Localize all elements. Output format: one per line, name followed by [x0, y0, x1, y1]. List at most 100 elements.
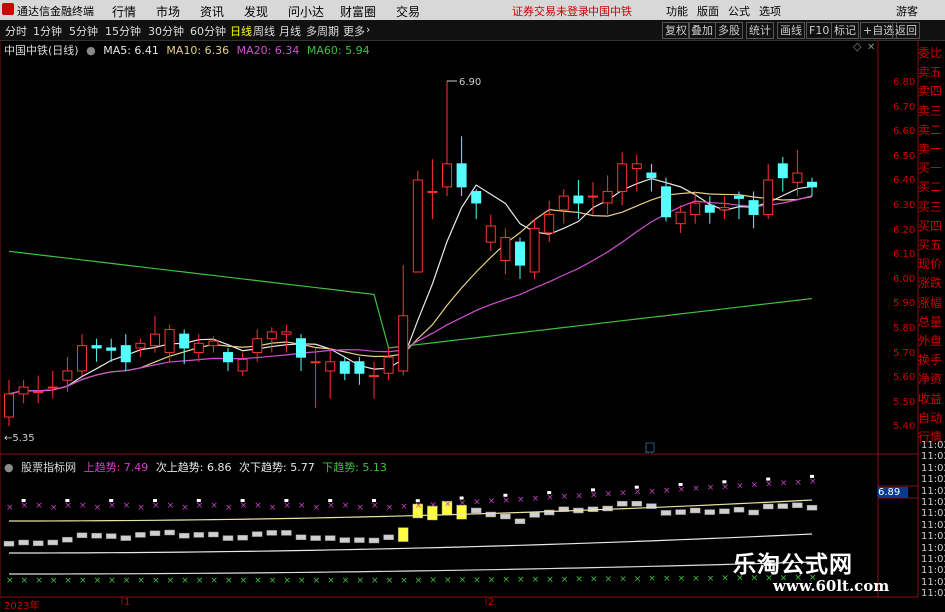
candle-body — [47, 386, 58, 389]
up-trend-mark: × — [751, 481, 759, 491]
tick-time: 11:02 — [921, 554, 945, 565]
ma10-line — [8, 191, 813, 395]
indicator-bar — [354, 537, 365, 543]
up-trend-mark: × — [736, 481, 744, 491]
kline-chart[interactable]: × × × × × × × × × × × × × × × × × × × × × × × × × × × × × × × × × × × × × × × ×… — [0, 0, 945, 609]
down-trend-mark: × — [35, 576, 43, 586]
up-trend-mark: × — [64, 501, 72, 511]
up-trend-mark: × — [794, 478, 802, 488]
settings-circle-icon[interactable]: ● — [4, 461, 14, 474]
candle-body — [690, 202, 701, 215]
up-trend-mark: × — [605, 490, 613, 500]
up-trend-mark: × — [137, 503, 145, 513]
up-trend-mark: × — [721, 482, 729, 492]
ma60-label: MA60: 5.94 — [306, 44, 370, 57]
up-trend-mark: × — [79, 501, 87, 511]
down-trend-mark: × — [181, 576, 189, 586]
candle-body — [544, 213, 555, 234]
price-tick: 6.30 — [893, 200, 916, 211]
down-trend-mark: × — [254, 576, 262, 586]
down-trend-mark: × — [21, 576, 29, 586]
up-trend-mark: × — [692, 484, 700, 494]
white-mark — [722, 480, 727, 484]
candle-body — [704, 204, 715, 213]
tick-time: 11:02 — [921, 485, 945, 497]
indicator-bar — [397, 527, 409, 542]
indicator-cursor-value: 6.89 — [878, 487, 908, 498]
up-trend-mark: × — [678, 485, 686, 495]
diamond-icon[interactable]: ◇ — [853, 40, 862, 53]
white-mark — [634, 485, 639, 489]
price-tick: 6.20 — [893, 224, 916, 236]
up-trend-mark: × — [356, 503, 364, 513]
candle-body — [792, 172, 803, 183]
quote-field-label: 涨跌 — [918, 276, 943, 291]
up-trend-mark: × — [108, 501, 116, 511]
candle-body — [631, 163, 642, 169]
candle-body — [529, 227, 540, 273]
candle-body — [164, 329, 175, 354]
quote-field-label: 买一 — [918, 161, 943, 176]
up-trend-label: 上趋势: 7.49 — [83, 461, 149, 474]
down-trend-mark: × — [517, 575, 525, 585]
indicator-bar — [295, 534, 307, 541]
up-trend-mark: × — [517, 495, 525, 505]
price-tick: 6.40 — [893, 175, 916, 187]
down-trend-mark: × — [429, 576, 437, 586]
up-trend-mark: × — [473, 498, 481, 508]
down-trend-mark: × — [152, 576, 160, 586]
up-trend-mark: × — [21, 501, 29, 511]
indicator-bar — [806, 504, 818, 511]
candle-body — [223, 352, 233, 363]
event-marker-box[interactable] — [645, 442, 655, 453]
quote-field-label: 卖一 — [918, 142, 943, 156]
indicator-bar — [105, 533, 117, 539]
indicator-bar — [62, 536, 73, 543]
ma10-label: MA10: 6.36 — [166, 44, 230, 57]
up-trend-mark: × — [444, 499, 452, 509]
indicator-bar — [237, 534, 248, 541]
down-trend-mark: × — [678, 574, 686, 584]
up-trend-mark: × — [123, 501, 131, 511]
quote-field-label: 现价 — [918, 257, 943, 272]
down-trend-mark: × — [532, 575, 540, 585]
down-trend-mark: × — [415, 576, 423, 586]
up-trend-mark: × — [313, 503, 321, 513]
settings-circle-icon[interactable]: ● — [86, 44, 96, 57]
up-trend-mark: × — [269, 503, 277, 513]
candle-body — [646, 172, 657, 179]
down-trend-mark: × — [196, 576, 204, 586]
down-trend-mark: × — [240, 576, 248, 586]
candle-body — [33, 391, 44, 394]
up-trend-mark: × — [590, 490, 598, 500]
price-tick: 5.90 — [893, 298, 916, 310]
quote-field-label: 换手 — [918, 353, 943, 368]
ma20-line — [8, 195, 813, 395]
candle-body — [325, 361, 336, 372]
candle-body — [734, 195, 744, 199]
up-trend-mark: × — [327, 501, 335, 511]
up-trend-mark: × — [210, 501, 218, 511]
candle-body — [18, 386, 29, 395]
quote-field-label: 买三 — [918, 199, 943, 214]
close-icon[interactable]: ✕ — [867, 42, 875, 53]
tick-time: 11:02 — [921, 451, 945, 463]
tick-time: 11:02 — [921, 508, 945, 520]
down-trend-mark: × — [371, 576, 379, 586]
candle-body — [4, 393, 14, 418]
down-trend-mark: × — [356, 576, 364, 586]
candle-body — [77, 345, 87, 372]
up-trend-mark: × — [634, 488, 642, 498]
up-trend-mark: × — [50, 503, 58, 513]
indicator-bar — [689, 507, 701, 514]
down-trend-mark: × — [386, 576, 394, 586]
candle-body — [515, 241, 525, 266]
white-mark — [65, 499, 70, 502]
down-trend-mark: × — [64, 576, 72, 586]
indicator-bar — [32, 540, 44, 547]
white-mark — [372, 499, 376, 502]
indicator-bar — [631, 500, 643, 507]
down-trend-mark: × — [137, 576, 145, 586]
tick-time: 11:02 — [921, 474, 945, 486]
up-trend-mark: × — [400, 502, 408, 512]
